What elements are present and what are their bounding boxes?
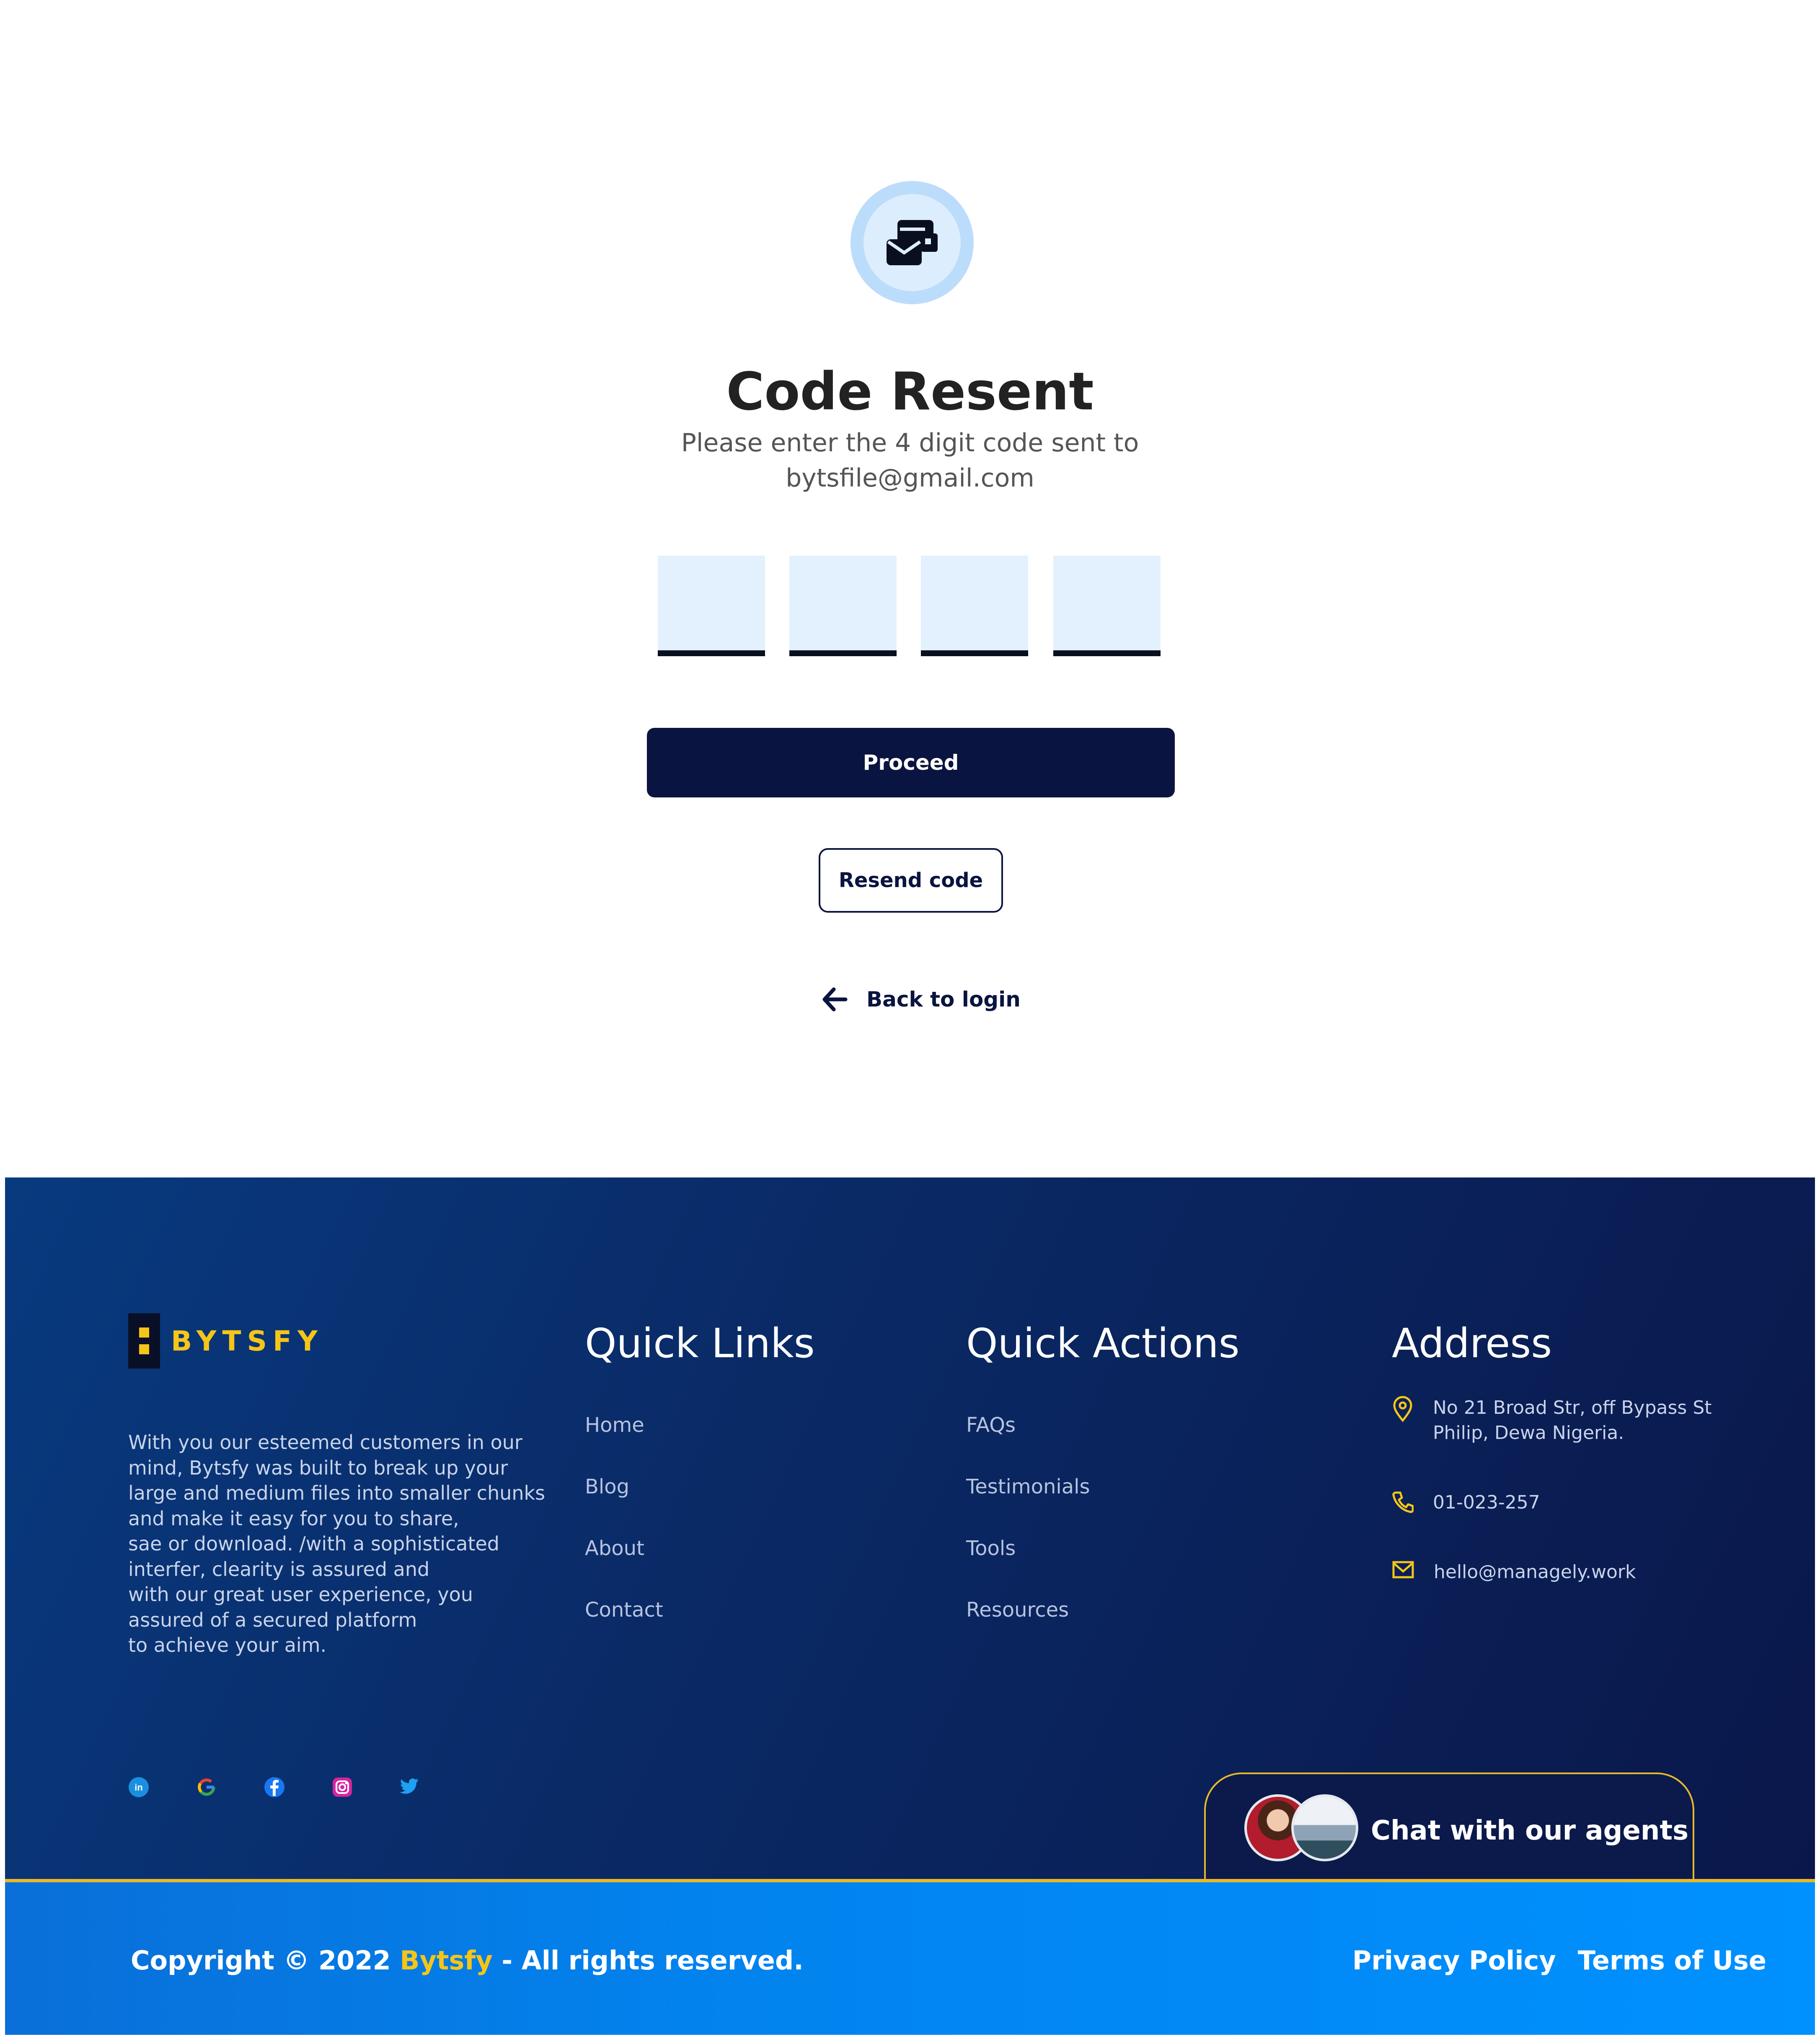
svg-text:in: in bbox=[134, 1782, 143, 1793]
about-line: sae or download. /with a sophisticated bbox=[128, 1532, 499, 1555]
address-phone[interactable]: 01-023-257 bbox=[1392, 1490, 1540, 1515]
mail-envelope-icon bbox=[887, 220, 938, 265]
about-line: and make it easy for you to share, bbox=[128, 1507, 459, 1530]
about-line: assured of a secured platform bbox=[128, 1608, 417, 1631]
street-line: Philip, Dewa Nigeria. bbox=[1433, 1422, 1624, 1444]
about-line: With you our esteemed customers in our bbox=[128, 1431, 522, 1454]
recipient-email: bytsfile@gmail.com bbox=[786, 463, 1034, 493]
address-email[interactable]: hello@managely.work bbox=[1392, 1560, 1636, 1585]
logo-mark-icon bbox=[128, 1313, 160, 1369]
footer-link-resources[interactable]: Resources bbox=[966, 1595, 1090, 1657]
copyright-brand: Bytsfy bbox=[400, 1945, 493, 1976]
instruction-line: Please enter the 4 digit code sent to bbox=[681, 428, 1139, 458]
linkedin-icon[interactable]: in bbox=[128, 1777, 149, 1798]
phone-text: 01-023-257 bbox=[1433, 1492, 1540, 1513]
quick-links-list: Home Blog About Contact bbox=[585, 1410, 663, 1657]
footer-link-contact[interactable]: Contact bbox=[585, 1595, 663, 1657]
quick-actions-heading: Quick Actions bbox=[966, 1320, 1240, 1367]
about-line: to achieve your aim. bbox=[128, 1634, 327, 1656]
email-text: hello@managely.work bbox=[1434, 1561, 1636, 1583]
footer-link-home[interactable]: Home bbox=[585, 1410, 663, 1472]
footer-link-tools[interactable]: Tools bbox=[966, 1534, 1090, 1595]
code-digit-input-2[interactable] bbox=[789, 556, 897, 656]
logo-text: BYTSFY bbox=[171, 1325, 323, 1357]
about-line: large and medium files into smaller chun… bbox=[128, 1482, 545, 1504]
chat-with-agents-button[interactable]: Chat with our agents bbox=[1204, 1772, 1694, 1881]
about-text: With you our esteemed customers in our m… bbox=[128, 1430, 547, 1658]
footer-link-faqs[interactable]: FAQs bbox=[966, 1410, 1090, 1472]
phone-icon bbox=[1392, 1491, 1414, 1513]
instagram-icon[interactable] bbox=[332, 1777, 353, 1798]
avatar bbox=[1291, 1794, 1358, 1861]
twitter-icon[interactable] bbox=[400, 1777, 421, 1798]
about-line: mind, Bytsfy was built to break up your bbox=[128, 1456, 508, 1479]
code-digit-input-4[interactable] bbox=[1053, 556, 1161, 656]
email-icon bbox=[1392, 1561, 1414, 1578]
street-text: No 21 Broad Str, off Bypass St Philip, D… bbox=[1433, 1395, 1712, 1446]
about-line: interfer, clearity is assured and bbox=[128, 1558, 430, 1581]
quick-links-heading: Quick Links bbox=[585, 1320, 815, 1367]
code-digit-input-3[interactable] bbox=[921, 556, 1028, 656]
address-heading: Address bbox=[1392, 1320, 1552, 1367]
code-digit-input-1[interactable] bbox=[658, 556, 765, 656]
chat-label: Chat with our agents bbox=[1371, 1815, 1689, 1846]
footer-link-about[interactable]: About bbox=[585, 1534, 663, 1595]
street-line: No 21 Broad Str, off Bypass St bbox=[1433, 1397, 1712, 1418]
proceed-button[interactable]: Proceed bbox=[647, 728, 1175, 797]
resend-code-button[interactable]: Resend code bbox=[819, 848, 1003, 913]
copyright-suffix: - All rights reserved. bbox=[492, 1945, 804, 1976]
arrow-left-icon bbox=[822, 987, 848, 1012]
back-to-login-label: Back to login bbox=[866, 987, 1021, 1012]
terms-of-use-link[interactable]: Terms of Use bbox=[1578, 1945, 1766, 1976]
page-title: Code Resent bbox=[726, 362, 1094, 422]
mail-icon-inner bbox=[863, 194, 961, 291]
quick-actions-list: FAQs Testimonials Tools Resources bbox=[966, 1410, 1090, 1657]
footer-link-blog[interactable]: Blog bbox=[585, 1472, 663, 1534]
mail-icon-badge bbox=[851, 181, 974, 304]
footer-link-testimonials[interactable]: Testimonials bbox=[966, 1472, 1090, 1534]
privacy-policy-link[interactable]: Privacy Policy bbox=[1352, 1945, 1556, 1976]
address-street: No 21 Broad Str, off Bypass St Philip, D… bbox=[1392, 1395, 1712, 1446]
back-to-login-link[interactable]: Back to login bbox=[821, 981, 1021, 1018]
instruction-text: Please enter the 4 digit code sent to by… bbox=[659, 425, 1161, 496]
copyright-prefix: Copyright © 2022 bbox=[131, 1945, 400, 1976]
social-links: in bbox=[128, 1777, 421, 1798]
bottom-bar: Copyright © 2022 Bytsfy - All rights res… bbox=[5, 1879, 1815, 2035]
copyright-text: Copyright © 2022 Bytsfy - All rights res… bbox=[131, 1945, 804, 1976]
agent-avatars bbox=[1244, 1794, 1358, 1861]
about-line: with our great user experience, you bbox=[128, 1583, 473, 1606]
google-icon[interactable] bbox=[196, 1777, 217, 1798]
location-pin-icon bbox=[1393, 1396, 1412, 1422]
legal-links: Privacy Policy Terms of Use bbox=[1352, 1945, 1766, 1976]
facebook-icon[interactable] bbox=[264, 1777, 285, 1798]
footer-logo[interactable]: BYTSFY bbox=[128, 1313, 323, 1369]
